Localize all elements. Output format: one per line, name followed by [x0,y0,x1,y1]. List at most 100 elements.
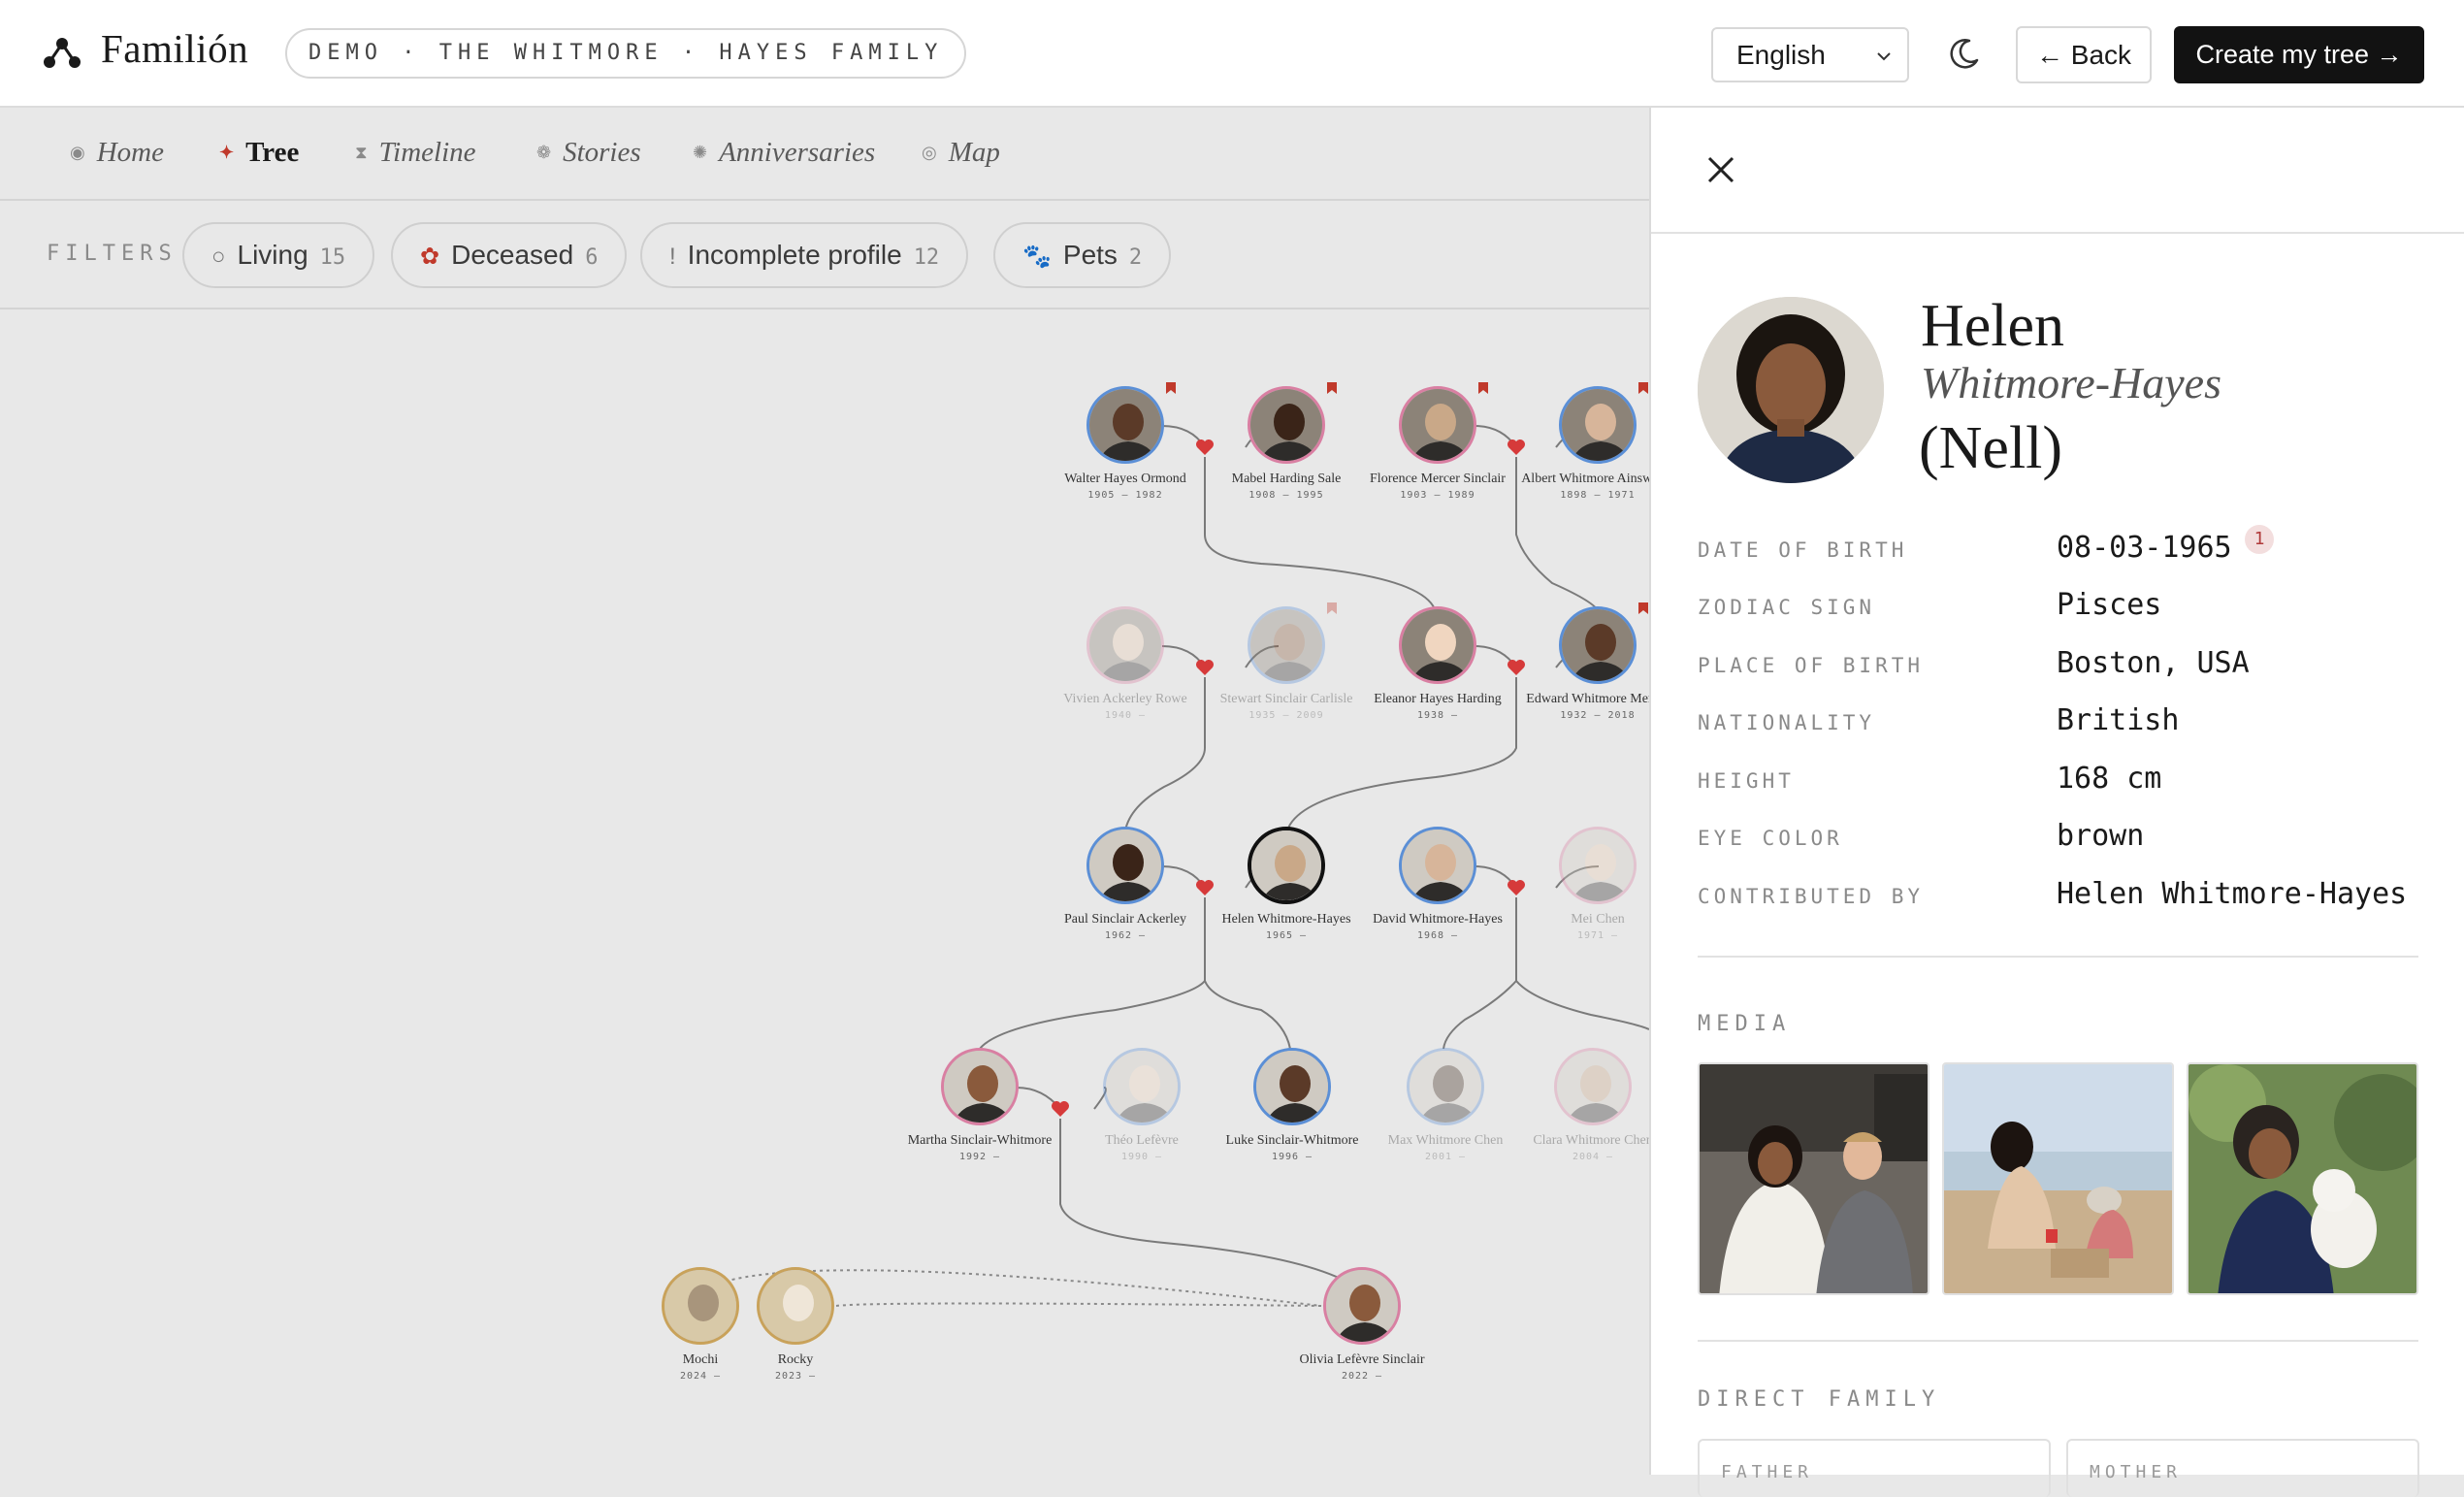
filter-incomplete-label: Incomplete profile [687,240,902,270]
person-name: Olivia Lefèvre Sinclair [1299,1352,1425,1367]
field-dob-label: DATE OF BIRTH [1698,538,1908,562]
app-header: Familión DEMO · THE WHITMORE · HAYES FAM… [0,0,2464,108]
media-thumb-beach[interactable] [1942,1062,2174,1295]
nav-stories[interactable]: ❁ Stories [536,137,641,169]
nav-tree[interactable]: ✦ Tree [219,137,299,169]
filters-label: FILTERS [47,242,178,266]
paw-icon: 🐾 [1022,244,1052,270]
avatar [941,1048,1019,1125]
mother-card[interactable]: MOTHER [2066,1439,2419,1497]
avatar [1559,827,1637,904]
filter-deceased-label: Deceased [451,240,574,270]
avatar [1323,1267,1401,1345]
person-node-edward[interactable]: Edward Whitmore Mercer 1932 – 2018 [1501,602,1649,721]
profile-panel: Helen Whitmore-Hayes (Nell) DATE OF BIRT… [1649,108,2464,1497]
direct-family-label: DIRECT FAMILY [1698,1387,1941,1412]
logo-icon[interactable] [43,35,81,70]
avatar [1248,386,1325,464]
filter-living[interactable]: ○ Living 15 [182,222,375,288]
language-select[interactable]: English [1711,27,1909,82]
filter-pets[interactable]: 🐾 Pets 2 [993,222,1172,288]
avatar [1407,1048,1484,1125]
nav-home[interactable]: ◉ Home [70,137,164,169]
media-section-label: MEDIA [1698,1012,1792,1036]
avatar [1399,606,1476,684]
field-height-label: HEIGHT [1698,769,1795,793]
nav-home-label: Home [96,137,164,168]
stories-icon: ❁ [536,143,552,162]
person-node-mei[interactable]: Mei Chen 1971 – [1501,827,1649,941]
father-card-label: FATHER [1721,1462,1814,1482]
main-nav: ◉ Home ✦ Tree ⧗ Timeline ❁ Stories ✺ Annivers… [0,108,1649,201]
filter-incomplete[interactable]: ! Incomplete profile 12 [640,222,969,288]
field-nationality-value: British [2057,703,2180,737]
profile-last-name: Whitmore-Hayes [1921,358,2221,407]
avatar [1248,606,1325,684]
nav-timeline[interactable]: ⧗ Timeline [355,137,476,169]
avatar [1399,827,1476,904]
profile-first-name: Helen [1921,293,2065,359]
field-contributor-value[interactable]: Helen Whitmore-Hayes [2057,877,2407,911]
filter-living-count: 15 [319,245,346,270]
avatar [1559,386,1637,464]
panel-header [1651,108,2464,234]
field-zodiac-value: Pisces [2057,588,2162,622]
mother-card-label: MOTHER [2090,1462,2183,1482]
nav-anniversaries-label: Anniversaries [719,137,876,168]
hourglass-icon: ⧗ [355,143,368,162]
app-logo[interactable]: Familión [101,25,248,72]
avatar [1399,386,1476,464]
anniversary-icon: ✺ [693,143,708,162]
deceased-icon [1638,382,1648,394]
avatar [1103,1048,1181,1125]
nav-tree-label: Tree [245,137,300,168]
language-value: English [1736,40,1826,70]
nav-anniversaries[interactable]: ✺ Anniversaries [693,137,875,169]
field-nationality-label: NATIONALITY [1698,711,1876,734]
avatar [1086,827,1164,904]
father-card[interactable]: FATHER [1698,1439,2051,1497]
deceased-icon [1166,382,1176,394]
profile-nickname: (Nell) [1919,415,2063,481]
moon-icon[interactable] [1944,35,1983,74]
avatar [1253,1048,1331,1125]
deceased-icon [1638,602,1648,614]
create-tree-button[interactable]: Create my tree → [2174,26,2424,83]
demo-badge: DEMO · THE WHITMORE · HAYES FAMILY [285,28,967,79]
person-node-clara[interactable]: Clara Whitmore Chen 2004 – [1496,1048,1649,1162]
nav-map[interactable]: ◎ Map [922,137,1000,169]
avatar [1248,827,1325,904]
divider [1698,1340,2418,1342]
avatar [1554,1048,1632,1125]
filter-living-label: Living [237,240,308,270]
media-thumb-garden[interactable] [2187,1062,2418,1295]
field-zodiac-label: ZODIAC SIGN [1698,596,1876,619]
circle-icon: ○ [211,244,226,270]
field-birthplace-label: PLACE OF BIRTH [1698,654,1925,677]
filter-deceased[interactable]: ✿ Deceased 6 [391,222,628,288]
person-dates: 1898 – 1971 [1560,490,1636,501]
field-contributor-label: CONTRIBUTED BY [1698,885,1925,908]
filters-bar: FILTERS ○ Living 15 ✿ Deceased 6 ! Incomplete… [0,203,1649,309]
back-button[interactable]: ← Back [2016,26,2152,83]
close-icon[interactable] [1705,154,1736,185]
person-dates: 2023 – [774,1371,817,1382]
divider [1698,956,2418,958]
avatar [1559,606,1637,684]
exclamation-icon: ! [669,244,676,270]
person-node-olivia[interactable]: Olivia Lefèvre Sinclair 2022 – [1265,1267,1459,1382]
family-tree-canvas[interactable]: Walter Hayes Ormond 1905 – 1982 Mabel Hard… [0,311,1649,1475]
home-icon: ◉ [70,143,85,162]
person-node-rocky[interactable]: Rocky 2023 – [698,1267,892,1382]
media-thumb-wedding[interactable] [1698,1062,1929,1295]
field-eye-color-value: brown [2057,819,2145,853]
rose-icon: ✿ [420,244,440,270]
tree-icon: ✦ [219,143,235,162]
field-eye-color-label: EYE COLOR [1698,827,1843,850]
source-count-badge[interactable]: 1 [2245,525,2274,554]
avatar [757,1267,834,1345]
person-name: Edward Whitmore Mercer [1526,692,1649,706]
person-node-albert[interactable]: Albert Whitmore Ainsworth 1898 – 1971 [1501,382,1649,501]
filter-incomplete-count: 12 [913,245,940,270]
map-icon: ◎ [922,143,937,162]
